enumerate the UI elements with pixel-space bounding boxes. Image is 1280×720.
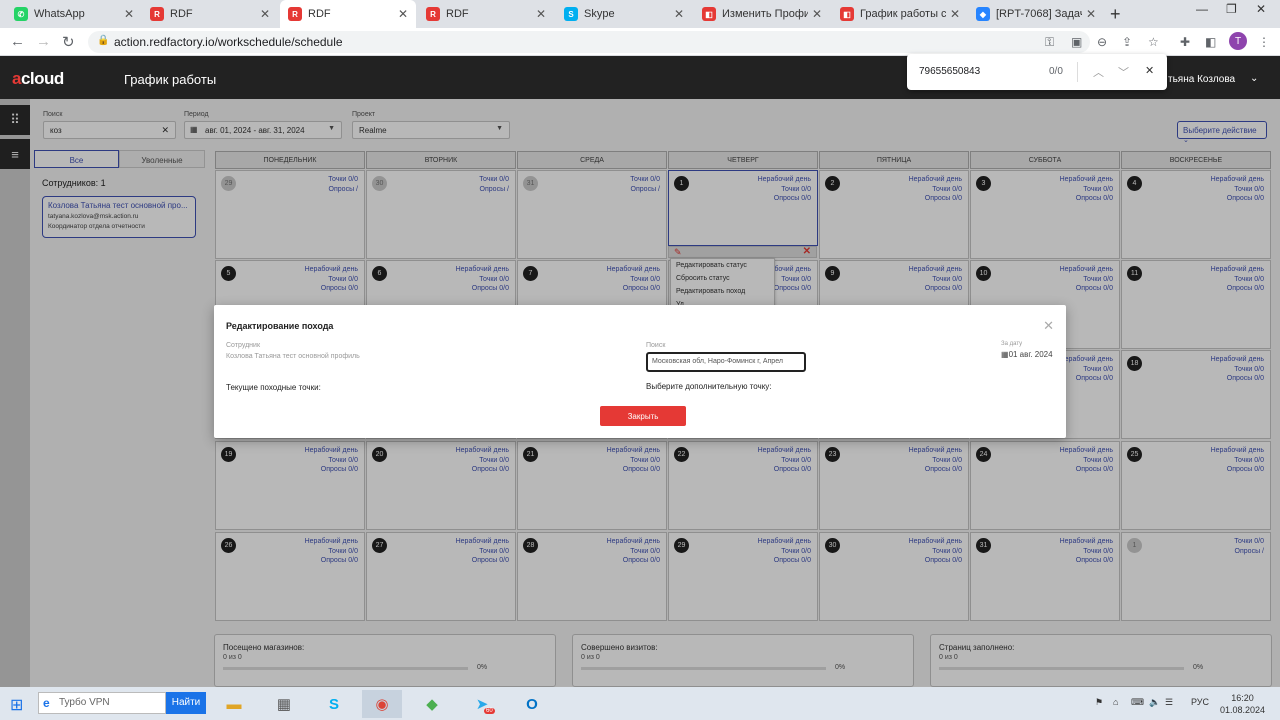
restore-icon[interactable]: ❐ <box>1226 2 1237 16</box>
network-icon[interactable]: ⌂ <box>1113 697 1118 707</box>
date-field[interactable]: ▦01 авг. 2024 <box>1001 350 1053 359</box>
tab-favicon-icon: ✆ <box>14 7 28 21</box>
employee-label: Сотрудник <box>226 342 261 349</box>
chevron-down-icon[interactable]: ﹀ <box>1118 64 1129 80</box>
calendar-icon: ▦ <box>1001 350 1009 359</box>
back-icon[interactable]: ← <box>10 33 25 50</box>
minimize-icon[interactable]: — <box>1196 2 1208 16</box>
tab-favicon-icon: S <box>564 7 578 21</box>
outlook-icon[interactable]: O <box>512 690 552 718</box>
chevron-up-icon[interactable]: ︿ <box>1093 64 1104 80</box>
browser-tab[interactable]: ◆ [RPT-7068] Задачи ✕ <box>968 0 1104 28</box>
user-name[interactable]: тьяна Козлова <box>1168 74 1235 85</box>
address-bar: ← → ↻ 🔒 action.redfactory.io/workschedul… <box>0 28 1280 56</box>
employee-value: Козлова Татьяна тест основной профиль <box>226 353 360 360</box>
browser-tab-strip: ✆ WhatsApp ✕ R RDF ✕ R RDF ✕ R RDF ✕ S Skype ✕ ◧ Изменит… <box>0 0 1280 28</box>
browser-tab[interactable]: R RDF ✕ <box>142 0 278 28</box>
file-explorer-icon[interactable]: ▬ <box>214 690 254 718</box>
page-title: График работы <box>124 72 217 87</box>
zoom-icon[interactable]: ⊖ <box>1097 35 1107 49</box>
tab-title: RDF <box>170 8 193 20</box>
tab-title: RDF <box>308 8 331 20</box>
chrome-icon[interactable]: ◉ <box>362 690 402 718</box>
tab-favicon-icon: ◧ <box>840 7 854 21</box>
chevron-down-icon[interactable]: ⌄ <box>1250 73 1258 84</box>
edit-visit-modal: Редактирование похода ✕ Сотрудник Козлов… <box>214 305 1066 438</box>
lock-icon[interactable]: 🔒 <box>97 35 109 46</box>
sidepanel-icon[interactable]: ◧ <box>1205 35 1216 49</box>
screen: ✆ WhatsApp ✕ R RDF ✕ R RDF ✕ R RDF ✕ S Skype ✕ ◧ Изменит… <box>0 0 1280 720</box>
taskbar: ⊞ e Турбо VPN Найти ▬ ▦ S ◉ ◆ ➤ 60 O ⚑ ⌂ ⌨… <box>0 687 1280 720</box>
tab-close-icon[interactable]: ✕ <box>674 7 684 21</box>
browser-tab[interactable]: S Skype ✕ <box>556 0 692 28</box>
taskbar-search-input[interactable]: e Турбо VPN <box>38 692 166 714</box>
language-indicator[interactable]: РУС <box>1191 697 1209 707</box>
find-bar: 79655650843 0/0 ︿ ﹀ ✕ <box>907 54 1167 90</box>
tab-close-icon[interactable]: ✕ <box>950 7 960 21</box>
clock[interactable]: 16:20 01.08.2024 <box>1220 692 1265 716</box>
keyboard-icon[interactable]: ⌨ <box>1131 697 1144 708</box>
find-close-icon[interactable]: ✕ <box>1145 64 1154 77</box>
find-divider <box>1077 62 1078 82</box>
tab-favicon-icon: R <box>288 7 302 21</box>
tab-favicon-icon: ◧ <box>702 7 716 21</box>
close-button[interactable]: Закрыть <box>600 406 686 426</box>
point-search-input[interactable]: Московская обл, Наро-Фоминск г, Апрел <box>646 352 806 372</box>
windows-start-icon[interactable]: ⊞ <box>10 695 23 715</box>
forward-icon[interactable]: → <box>36 33 51 50</box>
new-tab-button[interactable]: + <box>1110 4 1121 25</box>
choose-point-heading: Выберите дополнительную точку: <box>646 382 772 391</box>
tab-title: WhatsApp <box>34 8 85 20</box>
url-text[interactable]: action.redfactory.io/workschedule/schedu… <box>114 35 343 49</box>
calculator-icon[interactable]: ▦ <box>264 690 304 718</box>
tab-title: RDF <box>446 8 469 20</box>
tab-favicon-icon: R <box>426 7 440 21</box>
edge-icon: e <box>43 696 50 710</box>
tab-close-icon[interactable]: ✕ <box>124 7 134 21</box>
reload-icon[interactable]: ↻ <box>62 33 75 51</box>
date-label: За дату <box>1001 341 1023 347</box>
volume-icon[interactable]: 🔈 <box>1149 697 1160 708</box>
browser-tab[interactable]: R RDF ✕ <box>418 0 554 28</box>
browser-tab[interactable]: ◧ График работы сотр ✕ <box>832 0 968 28</box>
flag-icon[interactable]: ⚑ <box>1095 697 1103 708</box>
extensions-icon[interactable]: ✚ <box>1180 35 1190 49</box>
tab-title: [RPT-7068] Задачи <box>996 8 1082 20</box>
tab-favicon-icon: ◆ <box>976 7 990 21</box>
browser-tab[interactable]: ✆ WhatsApp ✕ <box>6 0 142 28</box>
acloud-logo[interactable]: acloud <box>12 69 64 89</box>
search-label: Поиск <box>646 342 666 349</box>
browser-tab[interactable]: ◧ Изменить Профиль ✕ <box>694 0 830 28</box>
tab-close-icon[interactable]: ✕ <box>812 7 822 21</box>
telegram-badge: 60 <box>484 708 495 714</box>
tab-title: График работы сотр <box>860 8 946 20</box>
tab-close-icon[interactable]: ✕ <box>536 7 546 21</box>
clock-time: 16:20 <box>1231 693 1254 703</box>
find-input[interactable]: 79655650843 <box>919 66 980 77</box>
close-icon[interactable]: ✕ <box>1043 318 1054 334</box>
tab-close-icon[interactable]: ✕ <box>260 7 270 21</box>
share-icon[interactable]: ⇪ <box>1122 35 1132 49</box>
telegram-icon[interactable]: ➤ 60 <box>462 690 502 718</box>
tab-favicon-icon: R <box>150 7 164 21</box>
modal-title: Редактирование похода <box>226 321 334 331</box>
window-close-icon[interactable]: ✕ <box>1256 2 1266 16</box>
menu-kebab-icon[interactable]: ⋮ <box>1258 35 1270 49</box>
profile-avatar[interactable]: T <box>1229 32 1247 50</box>
wifi-icon[interactable]: ☰ <box>1165 697 1173 708</box>
taskbar-search-button[interactable]: Найти <box>166 692 206 714</box>
clock-date: 01.08.2024 <box>1220 705 1266 715</box>
tab-title: Изменить Профиль <box>722 8 808 20</box>
key-icon[interactable]: ⚿ <box>1045 35 1054 50</box>
tab-close-icon[interactable]: ✕ <box>398 7 408 21</box>
skype-icon[interactable]: S <box>314 690 354 718</box>
document-icon[interactable]: ▣ <box>1071 35 1082 49</box>
tab-title: Skype <box>584 8 615 20</box>
find-count: 0/0 <box>1049 66 1063 77</box>
browser-tab[interactable]: R RDF ✕ <box>280 0 416 28</box>
bookmark-star-icon[interactable]: ☆ <box>1148 35 1159 49</box>
tab-close-icon[interactable]: ✕ <box>1086 7 1096 21</box>
notes-icon[interactable]: ◆ <box>412 690 452 718</box>
current-points-heading: Текущие походные точки: <box>226 383 321 392</box>
